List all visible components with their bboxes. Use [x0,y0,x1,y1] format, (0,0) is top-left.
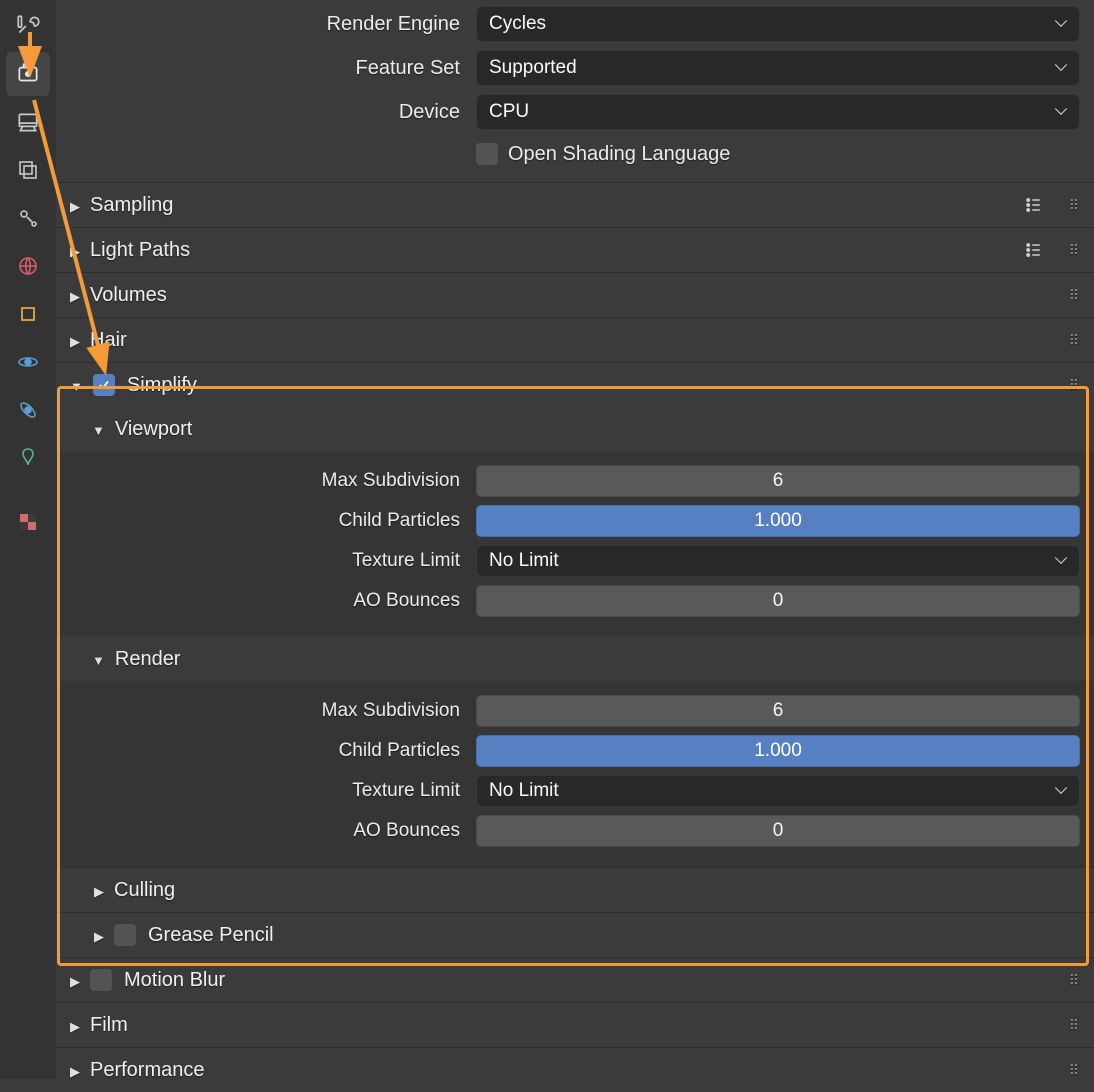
disclosure-right-icon [70,1059,80,1082]
rd-tex-label: Texture Limit [70,780,460,802]
disclosure-down-icon [70,374,83,397]
disclosure-down-icon [92,648,105,671]
render-engine-dropdown[interactable]: Cycles [476,6,1080,42]
rd-maxsub-label: Max Subdivision [70,700,460,722]
disclosure-right-icon [70,194,80,217]
tab-viewlayer[interactable] [6,148,50,192]
simplify-render-header[interactable]: Render [56,637,1094,681]
rd-child-field[interactable]: 1.000 [476,735,1080,767]
osl-checkbox[interactable] [476,143,498,165]
vp-maxsub-field[interactable]: 6 [476,465,1080,497]
drag-handle-icon[interactable]: ⠿ [1069,242,1080,259]
vp-ao-label: AO Bounces [70,590,460,612]
render-engine-label: Render Engine [70,13,460,36]
disclosure-right-icon [70,329,80,352]
disclosure-right-icon [70,239,80,262]
panel-performance-header[interactable]: Performance ⠿ [56,1048,1094,1092]
preset-icon[interactable] [1024,195,1044,215]
disclosure-right-icon [94,924,104,947]
tab-output[interactable] [6,100,50,144]
panel-grease-header[interactable]: Grease Pencil [56,913,1094,957]
disclosure-right-icon [70,1014,80,1037]
feature-set-dropdown[interactable]: Supported [476,50,1080,86]
feature-set-label: Feature Set [70,57,460,80]
panel-sampling-header[interactable]: Sampling ⠿ [56,183,1094,227]
vp-tex-label: Texture Limit [70,550,460,572]
rd-maxsub-field[interactable]: 6 [476,695,1080,727]
disclosure-right-icon [70,284,80,307]
drag-handle-icon[interactable]: ⠿ [1069,377,1080,394]
disclosure-right-icon [94,879,104,902]
device-dropdown[interactable]: CPU [476,94,1080,130]
drag-handle-icon[interactable]: ⠿ [1069,1062,1080,1079]
panel-simplify: Simplify ⠿ Viewport Max Subdivision 6 Ch… [56,362,1094,957]
vp-child-label: Child Particles [70,510,460,532]
simplify-viewport-header[interactable]: Viewport [56,407,1094,451]
properties-tab-sidebar [0,0,56,1079]
tab-render[interactable] [6,52,50,96]
tab-scene[interactable] [6,196,50,240]
grease-checkbox[interactable] [114,924,136,946]
preset-icon[interactable] [1024,240,1044,260]
motionblur-checkbox[interactable] [90,969,112,991]
vp-child-field[interactable]: 1.000 [476,505,1080,537]
vp-maxsub-label: Max Subdivision [70,470,460,492]
panel-lightpaths-header[interactable]: Light Paths ⠿ [56,228,1094,272]
drag-handle-icon[interactable]: ⠿ [1069,197,1080,214]
tab-constraints[interactable] [6,388,50,432]
drag-handle-icon[interactable]: ⠿ [1069,972,1080,989]
tab-data[interactable] [6,436,50,480]
tab-physics[interactable] [6,340,50,384]
rd-tex-dropdown[interactable]: No Limit [476,775,1080,807]
tab-material[interactable] [6,500,50,544]
tab-object[interactable] [6,292,50,336]
disclosure-down-icon [92,418,105,441]
device-label: Device [70,101,460,124]
rd-child-label: Child Particles [70,740,460,762]
panel-simplify-header[interactable]: Simplify ⠿ [56,363,1094,407]
simplify-viewport-body: Max Subdivision 6 Child Particles 1.000 … [56,451,1094,637]
vp-ao-field[interactable]: 0 [476,585,1080,617]
vp-tex-dropdown[interactable]: No Limit [476,545,1080,577]
panel-volumes-header[interactable]: Volumes ⠿ [56,273,1094,317]
drag-handle-icon[interactable]: ⠿ [1069,332,1080,349]
render-properties-panel: Render Engine Cycles Feature Set Support… [56,0,1094,1079]
simplify-render-body: Max Subdivision 6 Child Particles 1.000 … [56,681,1094,867]
disclosure-right-icon [70,969,80,992]
drag-handle-icon[interactable]: ⠿ [1069,1017,1080,1034]
osl-label: Open Shading Language [508,143,730,166]
rd-ao-label: AO Bounces [70,820,460,842]
tab-tool[interactable] [6,4,50,48]
drag-handle-icon[interactable]: ⠿ [1069,287,1080,304]
rd-ao-field[interactable]: 0 [476,815,1080,847]
panel-film-header[interactable]: Film ⠿ [56,1003,1094,1047]
simplify-checkbox[interactable] [93,374,115,396]
tab-world[interactable] [6,244,50,288]
panel-culling-header[interactable]: Culling [56,868,1094,912]
panel-motionblur-header[interactable]: Motion Blur ⠿ [56,958,1094,1002]
panel-hair-header[interactable]: Hair ⠿ [56,318,1094,362]
